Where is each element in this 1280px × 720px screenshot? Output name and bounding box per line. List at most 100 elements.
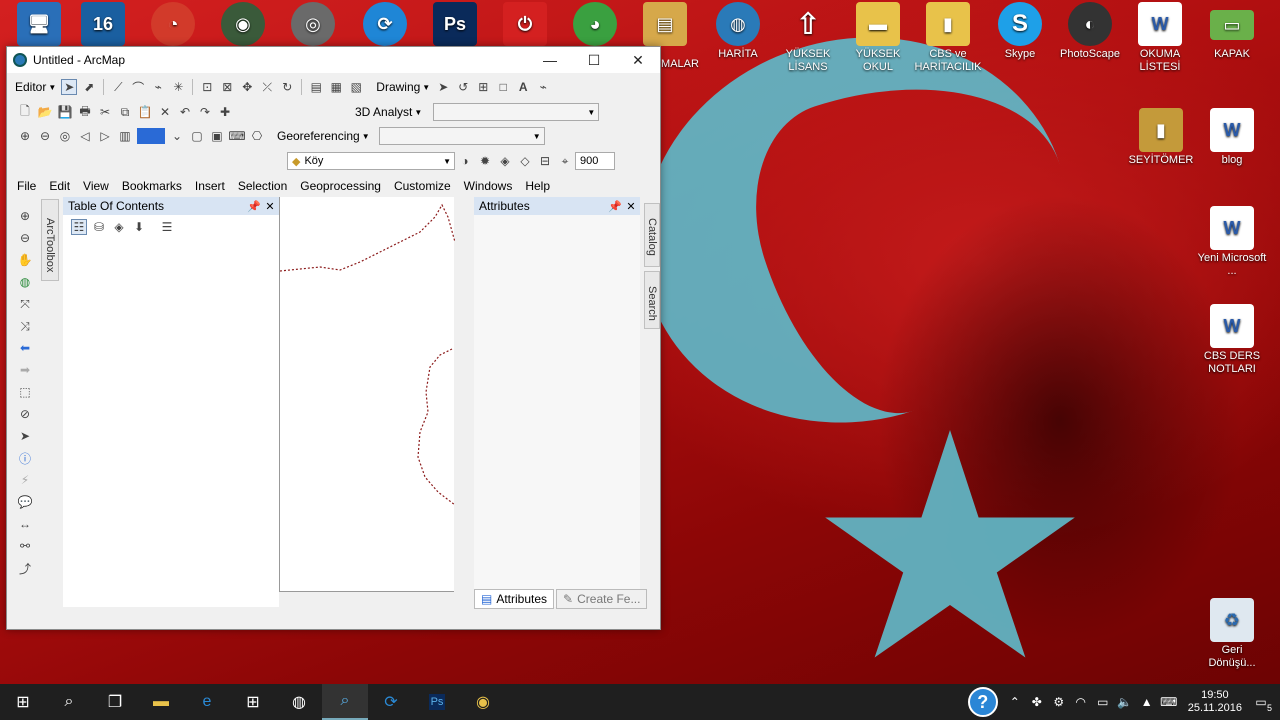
new-document-icon[interactable]: 🗋 xyxy=(17,104,33,120)
georef-layer-combo[interactable]: ▼ xyxy=(378,127,545,145)
effects-icon[interactable]: ◇ xyxy=(517,153,533,169)
select-elements-icon[interactable]: ➤ xyxy=(435,79,451,95)
previous-extent-icon[interactable]: ◁ xyxy=(77,128,93,144)
identify-icon[interactable]: ⓘ xyxy=(17,450,33,466)
desktop-icon-network[interactable]: ◕ xyxy=(560,2,630,48)
cut-icon[interactable]: ✂ xyxy=(97,104,113,120)
target-layer-combo[interactable]: ◆ Köy ▼ xyxy=(287,152,455,170)
options-icon[interactable]: ☰ xyxy=(159,219,175,235)
arctoolbox-tab[interactable]: ArcToolbox xyxy=(41,199,59,281)
toc-close-icon[interactable]: ✕ xyxy=(263,200,277,213)
hyperlink-icon[interactable]: ⚡ xyxy=(17,472,33,488)
python-icon[interactable]: ⌨ xyxy=(228,128,245,144)
back-arrow-icon[interactable]: ⬅ xyxy=(17,340,33,356)
search-tab[interactable]: Search xyxy=(644,271,660,329)
chevron-up-icon[interactable]: ⌃ xyxy=(1004,695,1026,709)
window-titlebar[interactable]: Untitled - ArcMap — ☐ ✕ xyxy=(7,47,660,73)
point-icon[interactable]: ✳ xyxy=(170,79,186,95)
full-extent-icon[interactable]: ◎ xyxy=(57,128,73,144)
measure-icon[interactable]: ↔ xyxy=(17,516,33,532)
taskbar-google-earth[interactable]: ◍ xyxy=(276,684,322,720)
desktop-icon-cbs-ders-notlari[interactable]: W CBS DERS NOTLARI xyxy=(1197,304,1267,376)
3d-layer-combo[interactable]: ▼ xyxy=(433,103,600,121)
menu-view[interactable]: View xyxy=(83,179,109,193)
modelbuilder-icon[interactable]: ⎔ xyxy=(249,128,265,144)
taskbar-edge[interactable]: e xyxy=(184,684,230,720)
desktop-icon-umbrella[interactable]: ◔ xyxy=(138,2,208,48)
scale-input[interactable]: 900 xyxy=(575,152,615,170)
rectangle-icon[interactable]: □ xyxy=(495,79,511,95)
endpoint-arc-icon[interactable]: ⌒ xyxy=(130,79,146,95)
zoom-to-selected-icon[interactable]: ⊞ xyxy=(475,79,491,95)
desktop-icon-harita[interactable]: ◍ HARİTA xyxy=(703,2,773,61)
desktop-icon-seyitomer[interactable]: ▮ SEYİTÖMER xyxy=(1126,108,1196,167)
georeferencing-menu[interactable]: Georeferencing ▼ xyxy=(277,129,370,143)
select-elements-icon[interactable]: ➤ xyxy=(17,428,33,444)
identify-results-icon[interactable]: ▣ xyxy=(209,128,225,144)
drive-icon[interactable]: ▲ xyxy=(1136,695,1158,709)
delete-icon[interactable]: ✕ xyxy=(157,104,173,120)
desktop-icon-blog[interactable]: Wblog xyxy=(1197,108,1267,167)
layer-icon[interactable]: ▥ xyxy=(117,128,133,144)
map-view[interactable] xyxy=(279,197,456,592)
globe-full-extent-icon[interactable]: ◍ xyxy=(17,274,33,290)
list-by-visibility-icon[interactable]: ◈ xyxy=(111,219,127,235)
editor-menu[interactable]: Editor ▼ xyxy=(15,80,56,94)
rotate-element-icon[interactable]: ↺ xyxy=(455,79,471,95)
menu-geoprocessing[interactable]: Geoprocessing xyxy=(300,179,381,193)
taskbar-ie[interactable]: ⟳ xyxy=(368,684,414,720)
find-binoculars-icon[interactable]: ⚯ xyxy=(17,538,33,554)
list-by-drawing-order-icon[interactable]: ☷ xyxy=(71,219,87,235)
chevron-down-icon[interactable]: ⌄ xyxy=(169,128,185,144)
desktop-icon-photoshop[interactable]: Ps xyxy=(420,2,490,48)
desktop-icon-malar[interactable]: MALAR xyxy=(655,58,705,71)
menu-help[interactable]: Help xyxy=(525,179,550,193)
color-swatch-icon[interactable] xyxy=(137,128,165,144)
close-button[interactable]: ✕ xyxy=(616,47,660,73)
menu-customize[interactable]: Customize xyxy=(394,179,451,193)
keyboard-icon[interactable]: ⌨ xyxy=(1158,695,1180,709)
open-folder-icon[interactable]: 📂 xyxy=(37,104,53,120)
desktop-icon-globe[interactable]: ◉ xyxy=(208,2,278,48)
zoom-in-fixed-icon[interactable]: ⊕ xyxy=(17,128,33,144)
select-features-icon[interactable]: ⬚ xyxy=(17,384,33,400)
route-icon[interactable]: ⤴ xyxy=(17,560,33,576)
help-icon[interactable]: ? xyxy=(967,687,998,717)
create-features-icon[interactable]: ▧ xyxy=(348,79,364,95)
menu-selection[interactable]: Selection xyxy=(238,179,287,193)
desktop-icon-yuksek-okul[interactable]: ▬ YÜKSEK OKUL xyxy=(843,2,913,74)
desktop-icon-recycle-bin[interactable]: ♻ Geri Dönüşü... xyxy=(1197,598,1267,670)
menu-file[interactable]: File xyxy=(17,179,36,193)
pin-icon[interactable]: 📌 xyxy=(247,200,261,213)
taskbar-chrome[interactable]: ◉ xyxy=(460,684,506,720)
zoom-out-fixed-icon[interactable]: ⊖ xyxy=(37,128,53,144)
list-by-selection-icon[interactable]: ⬇ xyxy=(131,219,147,235)
desktop-icon-edge[interactable]: ⟳ xyxy=(350,2,420,48)
rotate-icon[interactable]: ↻ xyxy=(279,79,295,95)
tab-create-features[interactable]: ✎ Create Fe... xyxy=(556,589,648,609)
taskbar-arcmap[interactable]: ⌕ xyxy=(322,684,368,720)
desktop-icon-16[interactable]: 16 xyxy=(68,2,138,48)
edit-vertices-draw-icon[interactable]: ⌁ xyxy=(535,79,551,95)
attributes-icon[interactable]: ▤ xyxy=(308,79,324,95)
menu-edit[interactable]: Edit xyxy=(49,179,70,193)
3d-analyst-menu[interactable]: 3D Analyst ▼ xyxy=(355,105,422,119)
edit-vertices-icon[interactable]: ⊡ xyxy=(199,79,215,95)
contrast-icon[interactable]: ◑ xyxy=(457,153,473,169)
wifi-icon[interactable]: ◠ xyxy=(1070,695,1092,709)
layout-icon[interactable]: ▢ xyxy=(189,128,205,144)
reshape-icon[interactable]: ⊠ xyxy=(219,79,235,95)
menu-insert[interactable]: Insert xyxy=(195,179,225,193)
battery-icon[interactable]: ▭ xyxy=(1092,695,1114,709)
zoom-in-icon[interactable]: ⊕ xyxy=(17,208,33,224)
undo-icon[interactable]: ↶ xyxy=(177,104,193,120)
attributes-close-icon[interactable]: ✕ xyxy=(624,200,638,213)
desktop-icon-yuksek-lisans[interactable]: ⇧ YÜKSEK LİSANS xyxy=(773,2,843,74)
volume-icon[interactable]: 🔈 xyxy=(1114,695,1136,709)
html-popup-icon[interactable]: 💬 xyxy=(17,494,33,510)
desktop-icon-folder[interactable]: ▤ xyxy=(630,2,700,48)
arcmap-window[interactable]: Untitled - ArcMap — ☐ ✕ Editor ▼ ➤ ⬈ ⟋ ⌒ … xyxy=(6,46,661,630)
fixed-zoom-in-icon[interactable]: ⤧ xyxy=(17,296,33,312)
forward-arrow-icon[interactable]: ➡ xyxy=(17,362,33,378)
start-button[interactable]: ⊞ xyxy=(0,684,46,720)
